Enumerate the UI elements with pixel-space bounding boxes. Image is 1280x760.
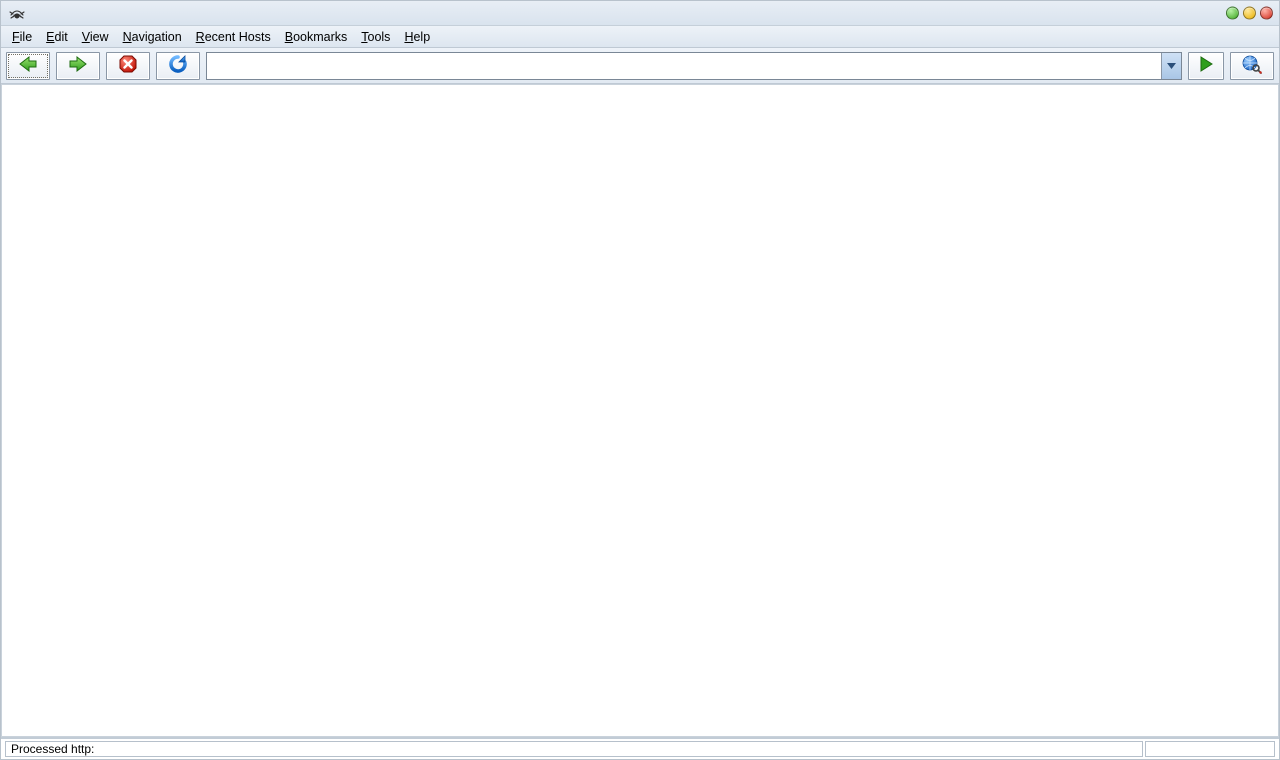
status-text: Processed http: xyxy=(5,741,1143,757)
titlebar xyxy=(1,1,1279,26)
chevron-down-icon xyxy=(1167,63,1176,69)
address-dropdown-button[interactable] xyxy=(1161,53,1181,79)
status-progress xyxy=(1145,741,1275,757)
web-search-button[interactable] xyxy=(1230,52,1274,80)
forward-button[interactable] xyxy=(56,52,100,80)
refresh-icon xyxy=(168,54,188,77)
maximize-button[interactable] xyxy=(1243,7,1256,20)
menubar: File Edit View Navigation Recent Hosts B… xyxy=(1,26,1279,48)
window-controls xyxy=(1226,7,1273,20)
stop-icon xyxy=(118,54,138,77)
content-area xyxy=(1,84,1279,737)
menu-bookmarks[interactable]: Bookmarks xyxy=(278,28,355,46)
status-text-label: Processed http: xyxy=(11,742,94,756)
menu-view[interactable]: View xyxy=(75,28,116,46)
refresh-button[interactable] xyxy=(156,52,200,80)
menu-edit[interactable]: Edit xyxy=(39,28,75,46)
stop-button[interactable] xyxy=(106,52,150,80)
minimize-button[interactable] xyxy=(1226,7,1239,20)
close-button[interactable] xyxy=(1260,7,1273,20)
go-button[interactable] xyxy=(1188,52,1224,80)
statusbar: Processed http: xyxy=(1,737,1279,759)
arrow-left-icon xyxy=(17,54,39,77)
app-icon xyxy=(7,3,27,23)
menu-file[interactable]: File xyxy=(5,28,39,46)
back-button[interactable] xyxy=(6,52,50,80)
menu-recent-hosts[interactable]: Recent Hosts xyxy=(189,28,278,46)
toolbar xyxy=(1,48,1279,84)
menu-help[interactable]: Help xyxy=(397,28,437,46)
menu-tools[interactable]: Tools xyxy=(354,28,397,46)
address-bar xyxy=(206,52,1182,80)
address-input[interactable] xyxy=(207,53,1161,79)
arrow-right-icon xyxy=(67,54,89,77)
app-window: File Edit View Navigation Recent Hosts B… xyxy=(0,0,1280,760)
play-icon xyxy=(1199,56,1213,75)
globe-search-icon xyxy=(1241,54,1263,77)
menu-navigation[interactable]: Navigation xyxy=(116,28,189,46)
